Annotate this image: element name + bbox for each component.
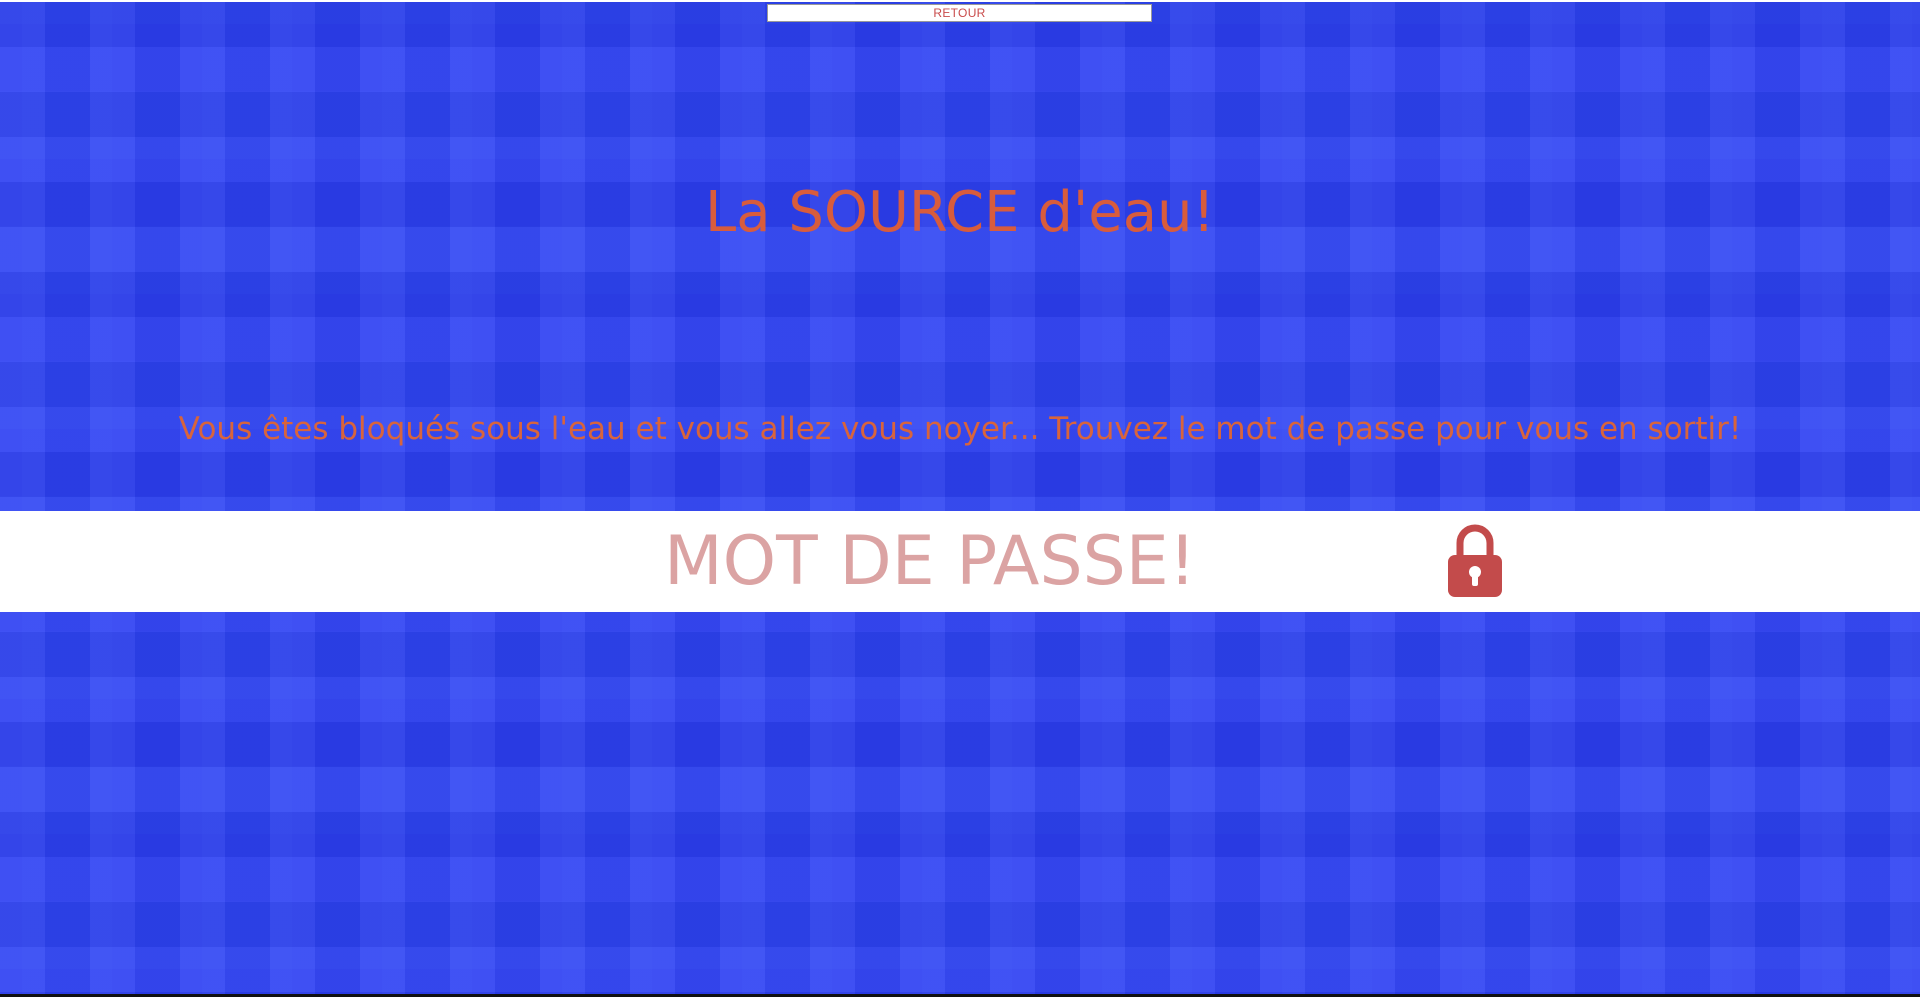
password-band: [0, 511, 1920, 612]
instruction-text: Vous êtes bloqués sous l'eau et vous all…: [178, 411, 1742, 447]
water-pixel-background: [0, 2, 1920, 994]
escape-game-screen: RETOUR La SOURCE d'eau! Vous êtes bloqué…: [0, 0, 1920, 997]
page-title: La SOURCE d'eau!: [705, 180, 1215, 245]
back-button[interactable]: RETOUR: [767, 4, 1152, 22]
password-input[interactable]: [480, 511, 1380, 612]
lock-icon[interactable]: [1446, 521, 1504, 601]
